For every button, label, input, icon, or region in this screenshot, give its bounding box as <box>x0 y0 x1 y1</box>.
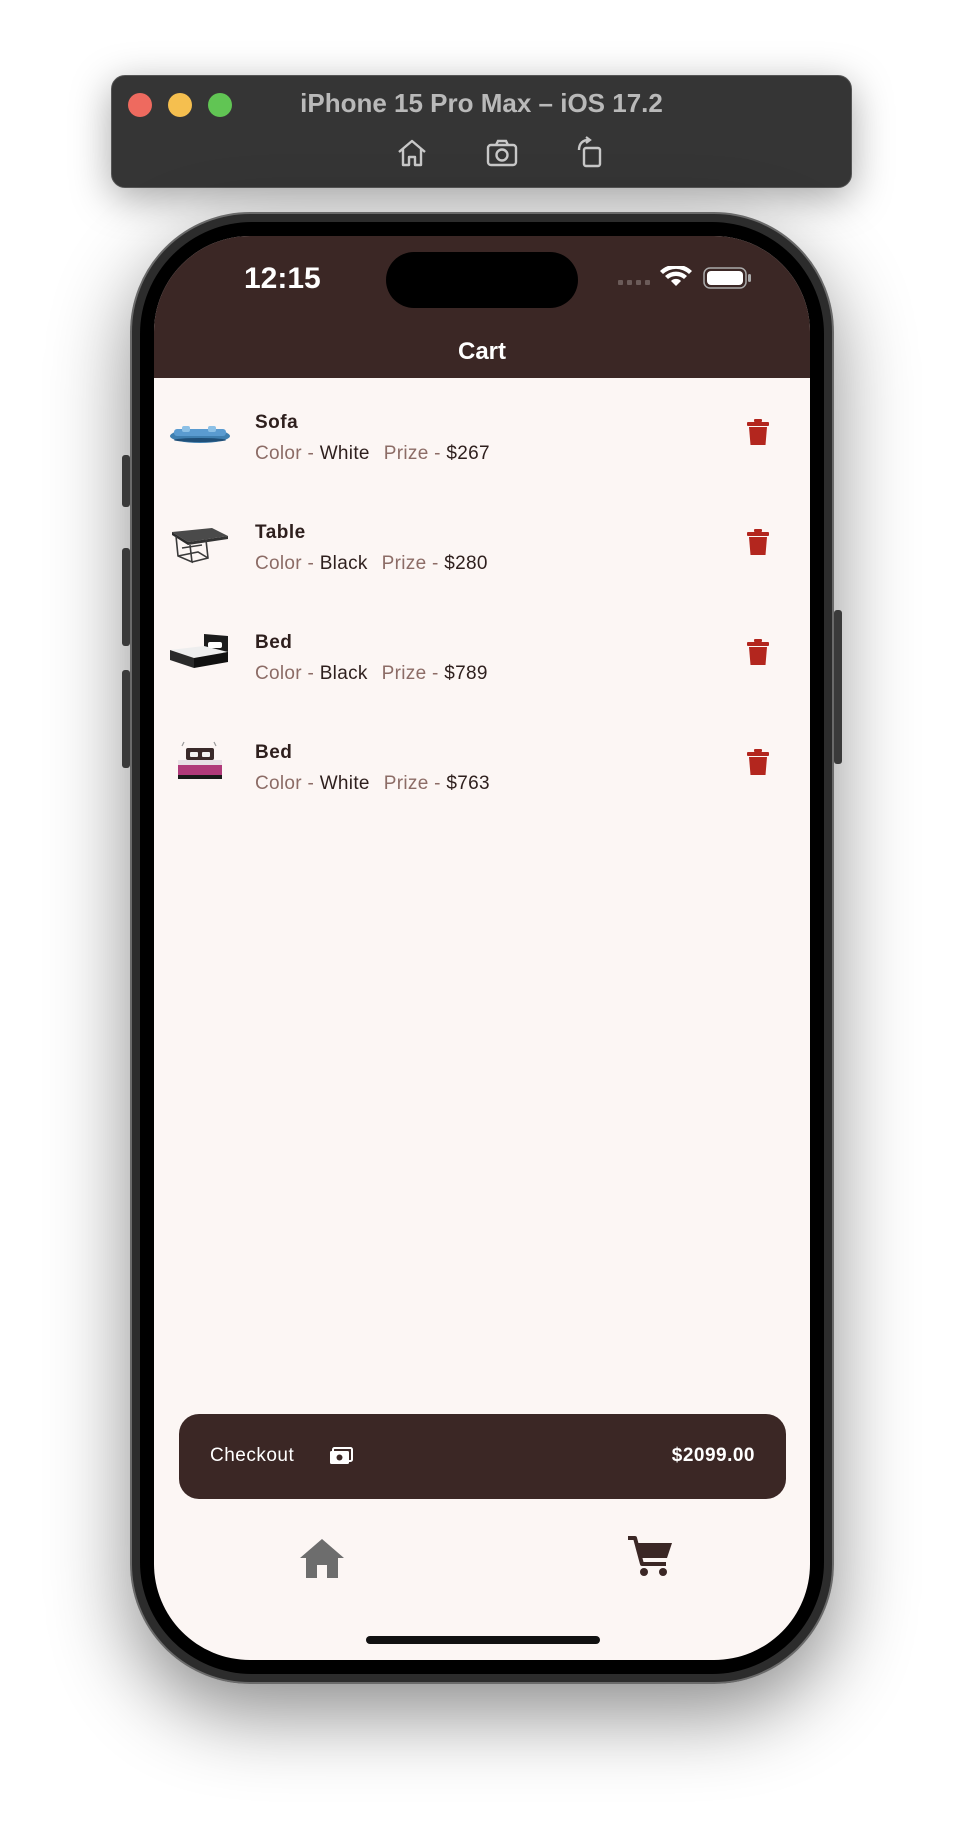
cellular-signal-icon <box>618 280 650 285</box>
delete-icon[interactable] <box>746 748 770 776</box>
sofa-thumbnail <box>170 426 230 443</box>
item-details: Color - White Prize - $763 <box>255 773 490 795</box>
item-prize: $267 <box>446 443 490 464</box>
page-title: Cart <box>457 338 506 365</box>
home-icon[interactable] <box>395 136 429 170</box>
home-icon[interactable] <box>298 1536 346 1580</box>
action-button[interactable] <box>122 455 130 507</box>
status-icons <box>618 266 751 289</box>
checkout-button[interactable]: Checkout $2099.00 <box>179 1414 786 1499</box>
item-prize: $763 <box>446 773 490 794</box>
item-color: Black <box>319 553 368 574</box>
app-bar: 12:15 Cart <box>154 236 810 378</box>
dynamic-island <box>386 252 578 308</box>
status-time: 12:15 <box>244 262 321 295</box>
prize-label: Prize - <box>381 553 445 574</box>
cart-list: Sofa Color - White Prize - $267 Table Co… <box>154 378 810 818</box>
prize-label: Prize - <box>383 443 447 464</box>
checkout-total: $2099.00 <box>671 1445 755 1466</box>
battery-icon <box>703 267 751 289</box>
cart-icon[interactable] <box>626 1534 674 1578</box>
delete-icon[interactable] <box>746 418 770 446</box>
item-color: White <box>319 773 370 794</box>
volume-up-button[interactable] <box>122 548 130 646</box>
rotate-icon[interactable] <box>573 136 607 170</box>
item-color: White <box>319 443 370 464</box>
color-label: Color - <box>255 443 320 464</box>
bed-white-thumbnail <box>178 741 222 779</box>
screenshot-icon[interactable] <box>485 136 519 170</box>
delete-icon[interactable] <box>746 638 770 666</box>
item-name: Bed <box>255 742 293 763</box>
delete-icon[interactable] <box>746 528 770 556</box>
power-button[interactable] <box>834 610 842 764</box>
cart-item[interactable]: Sofa Color - White Prize - $267 <box>154 378 810 488</box>
color-label: Color - <box>255 553 320 574</box>
color-label: Color - <box>255 773 320 794</box>
wifi-icon <box>660 266 692 286</box>
volume-down-button[interactable] <box>122 670 130 768</box>
simulator-toolbar: iPhone 15 Pro Max – iOS 17.2 <box>111 75 852 188</box>
color-label: Color - <box>255 663 320 684</box>
money-icon <box>330 1447 353 1464</box>
item-prize: $280 <box>444 553 488 574</box>
cart-item[interactable]: Table Color - Black Prize - $280 <box>154 488 810 598</box>
item-details: Color - White Prize - $267 <box>255 443 490 465</box>
cart-item[interactable]: Bed Color - White Prize - $763 <box>154 708 810 818</box>
prize-label: Prize - <box>381 663 445 684</box>
cart-item[interactable]: Bed Color - Black Prize - $789 <box>154 598 810 708</box>
item-prize: $789 <box>444 663 488 684</box>
phone-screen: 12:15 Cart Sofa Color - White Prize - $2… <box>154 236 810 1660</box>
bed-black-thumbnail <box>170 634 228 668</box>
item-name: Sofa <box>255 412 299 433</box>
table-thumbnail <box>172 528 228 564</box>
checkout-label: Checkout <box>210 1445 295 1466</box>
item-color: Black <box>319 663 368 684</box>
item-name: Bed <box>255 632 293 653</box>
item-name: Table <box>255 522 306 543</box>
simulator-title: iPhone 15 Pro Max – iOS 17.2 <box>300 88 663 118</box>
item-details: Color - Black Prize - $280 <box>255 553 488 575</box>
home-indicator <box>366 1636 600 1644</box>
item-details: Color - Black Prize - $789 <box>255 663 488 685</box>
prize-label: Prize - <box>383 773 447 794</box>
